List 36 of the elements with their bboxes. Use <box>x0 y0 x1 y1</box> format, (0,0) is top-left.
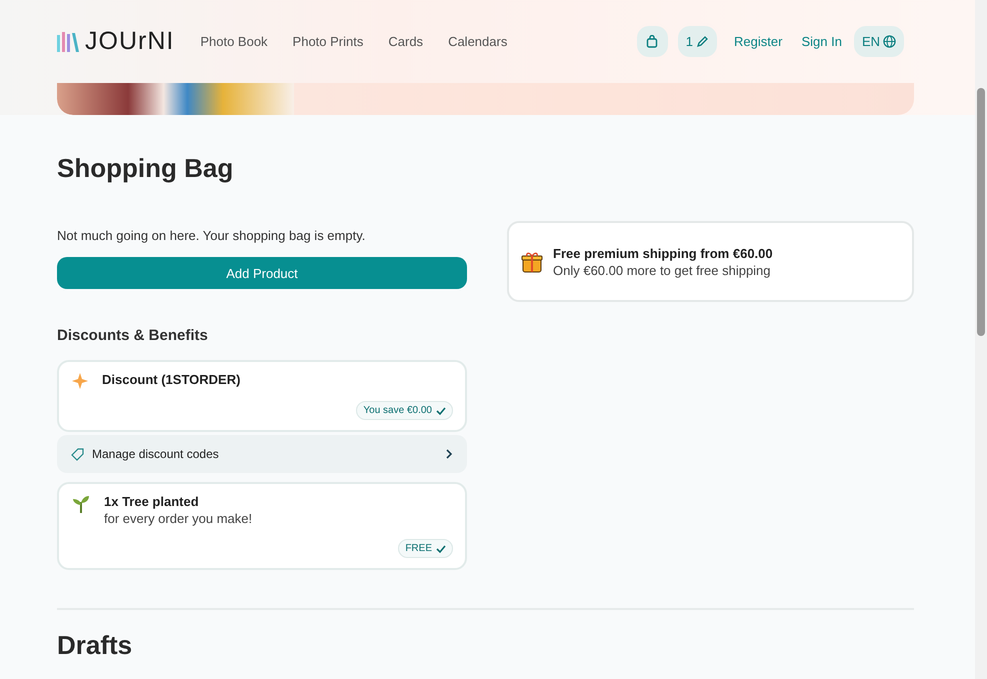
check-icon <box>436 544 446 554</box>
language-button[interactable]: EN <box>854 26 904 57</box>
logo-icon <box>57 32 79 52</box>
add-product-button[interactable]: Add Product <box>57 257 467 289</box>
page-title: Shopping Bag <box>57 153 234 184</box>
discount-title: Discount (1STORDER) <box>102 372 240 387</box>
logo-text[interactable]: JOUrNI <box>85 27 174 56</box>
nav-link[interactable]: Calendars <box>448 34 508 49</box>
bag-icon <box>646 35 658 48</box>
shipping-subtitle: Only €60.00 more to get free shipping <box>553 262 772 278</box>
section-heading: Discounts & Benefits <box>57 327 209 344</box>
free-badge: FREE <box>398 539 453 558</box>
scrollbar[interactable] <box>975 0 987 679</box>
sparkle-icon <box>71 372 89 390</box>
plant-icon <box>71 494 91 514</box>
savings-badge: You save €0.00 <box>356 401 453 420</box>
nav-link[interactable]: Cards <box>388 34 424 49</box>
pencil-icon <box>696 35 710 48</box>
nav-link[interactable]: Photo Book <box>200 34 268 49</box>
header-link[interactable]: Register <box>734 34 782 49</box>
gift-icon <box>521 250 543 272</box>
tag-icon <box>71 448 84 460</box>
header-link[interactable]: Sign In <box>801 34 842 49</box>
drafts-title: Drafts <box>57 630 134 661</box>
manage-discount-codes-button[interactable]: Manage discount codes <box>57 435 467 473</box>
drafts-button[interactable]: 1 <box>678 26 718 57</box>
shopping-bag-button[interactable] <box>636 26 668 57</box>
chevron-right-icon <box>445 449 453 459</box>
nav-link[interactable]: Photo Prints <box>292 34 364 49</box>
scrollbar-thumb[interactable] <box>977 88 985 336</box>
shipping-title: Free premium shipping from €60.00 <box>553 246 773 260</box>
globe-icon <box>883 35 896 48</box>
tree-title: 1x Tree planted <box>104 494 200 509</box>
tree-subtitle: for every order you make! <box>104 511 252 526</box>
empty-bag-message: Not much going on here. Your shopping bag is empty. <box>57 228 366 243</box>
check-icon <box>436 406 446 416</box>
